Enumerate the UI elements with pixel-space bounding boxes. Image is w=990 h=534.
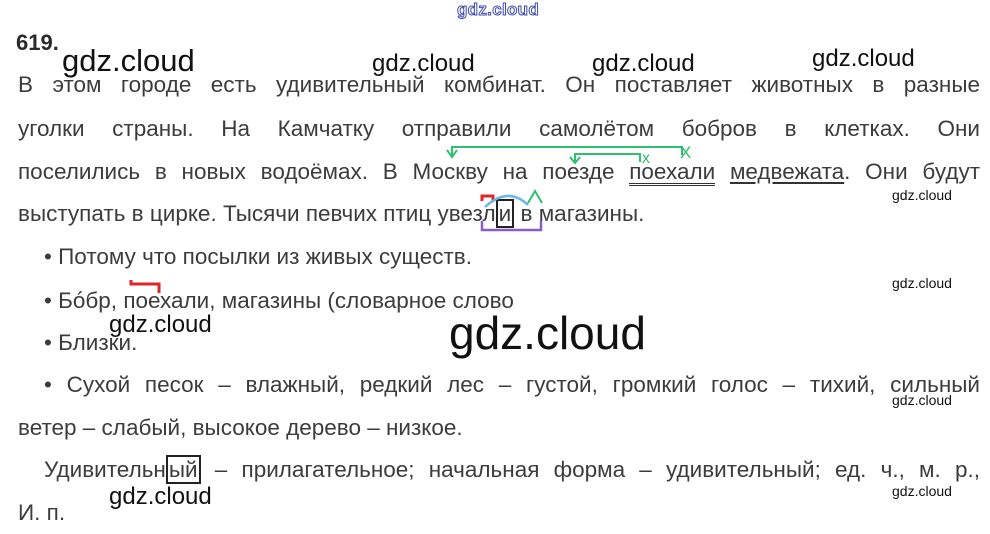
header-watermark: gdz.cloud [456,0,540,20]
text-segment: – прилагательное; начальная форма – удив… [200,457,980,482]
text-segment: • Бóбр, [44,288,124,313]
syntax-connection-outer [446,146,683,159]
watermark: gdz.cloud [62,43,195,78]
answer-bullet-4-line-1: • Сухой песок – влажный, редкий лес – гу… [44,372,980,397]
word-suffix: л [482,201,496,226]
subject-word: медвежата [729,159,845,184]
word-ending: и [495,199,515,228]
watermark: gdz.cloud [892,483,952,499]
paragraph-line-4: выступать в цирке. Тысячи певчих птиц ув… [18,199,644,229]
watermark: gdz.cloud [109,483,212,510]
text-segment: Удивительн [44,457,166,482]
word-ending: ый [165,455,201,484]
exercise-number: 619. [16,30,59,55]
answer-bullet-1: • Потому что посылки из живых существ. [44,244,472,269]
text-segment: . Они будут [844,159,981,184]
watermark: gdz.cloud [592,50,695,77]
text-segment: поселились в новых водоёмах. В Москву на… [18,159,630,184]
watermark: gdz.cloud [892,187,952,203]
analysis-line-1: Удивительн ый – прилагательное; начальная… [44,455,980,485]
word-root: увез [437,201,483,226]
watermark: gdz.cloud [372,50,475,77]
watermark: gdz.cloud [449,307,646,359]
paragraph-line-2: уголки страны. На Камчатку отправили сам… [18,116,980,141]
text-segment: выступать в цирке. Тысячи певчих птиц [18,201,438,226]
text-segment: в магазины. [514,201,645,226]
answer-bullet-4-line-2: ветер – слабый, высокое дерево – низкое. [18,415,463,440]
predicate-word: поехали [629,159,716,186]
watermark: gdz.cloud [109,311,212,338]
analysis-line-2: И. п. [18,500,66,525]
paragraph-line-3: поселились в новых водоёмах. В Москву на… [18,157,980,187]
watermark: gdz.cloud [812,45,915,72]
watermark: gdz.cloud [892,275,952,291]
watermark: gdz.cloud [892,392,952,408]
